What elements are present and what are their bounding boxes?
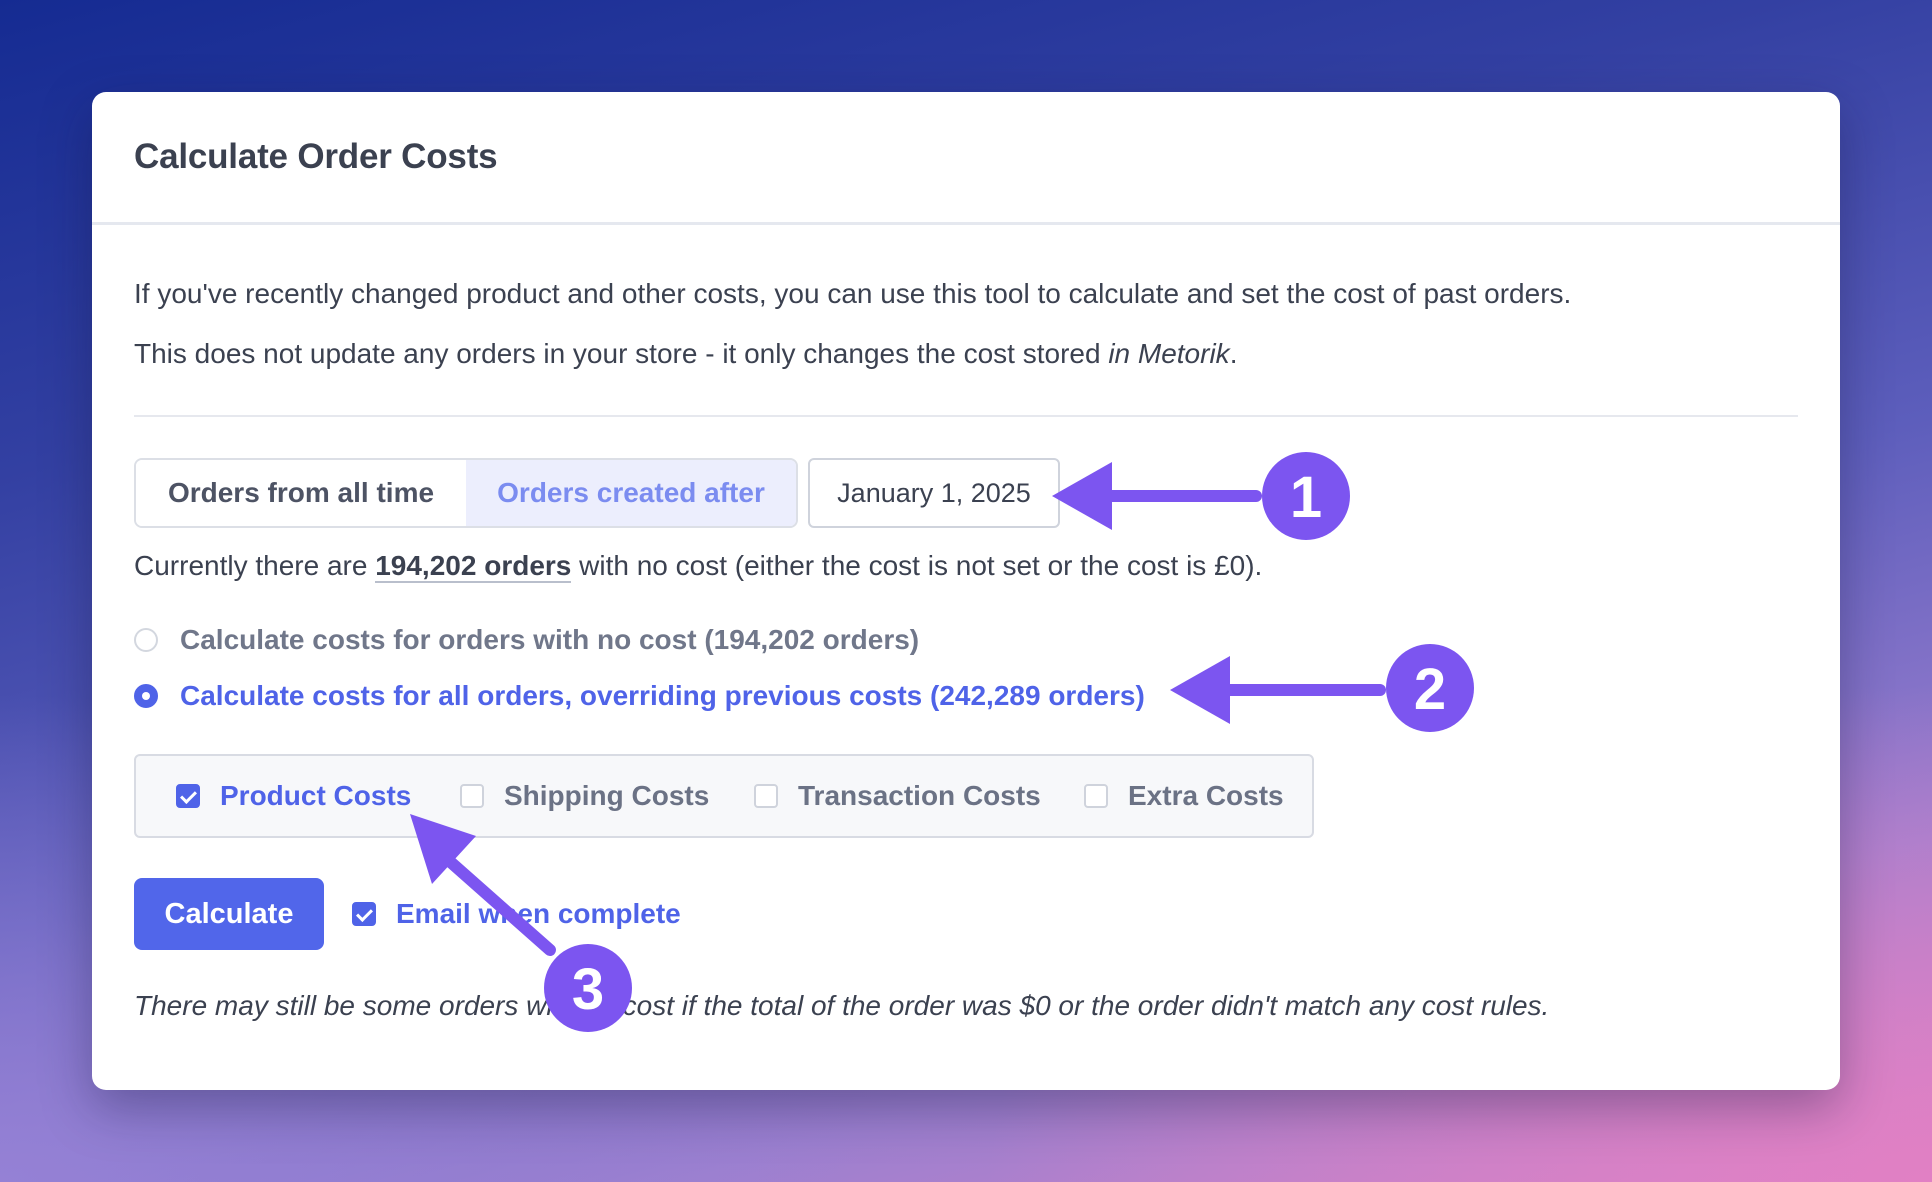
notice-text: This does not update any orders in your … <box>134 338 1237 370</box>
radio-button[interactable] <box>134 628 158 652</box>
status-prefix: Currently there are <box>134 550 376 581</box>
radio-button-selected[interactable] <box>134 684 158 708</box>
mode-option-no-cost[interactable]: Calculate costs for orders with no cost … <box>134 624 919 656</box>
email-when-complete-checkbox[interactable]: Email when complete <box>352 894 681 934</box>
toggle-orders-all-time[interactable]: Orders from all time <box>136 460 466 526</box>
order-range-toggle: Orders from all time Orders created afte… <box>134 458 798 528</box>
mode-option-label: Calculate costs for orders with no cost … <box>180 624 920 655</box>
calculate-button[interactable]: Calculate <box>134 878 324 950</box>
checkbox-checked[interactable] <box>352 902 376 926</box>
page-title: Calculate Order Costs <box>134 137 498 176</box>
mode-option-label: Calculate costs for all orders, overridi… <box>180 680 1145 711</box>
checkbox-product-costs[interactable]: Product Costs <box>176 756 411 836</box>
no-cost-orders-count[interactable]: 194,202 orders <box>375 550 572 583</box>
calculate-order-costs-card: Calculate Order Costs If you've recently… <box>92 92 1840 1090</box>
notice-prefix: This does not update any orders in your … <box>134 338 1109 369</box>
checkbox-checked[interactable] <box>176 784 200 808</box>
checkbox-shipping-costs[interactable]: Shipping Costs <box>460 756 709 836</box>
checkbox[interactable] <box>1084 784 1108 808</box>
date-filter-input[interactable]: January 1, 2025 <box>808 458 1060 528</box>
checkbox[interactable] <box>460 784 484 808</box>
checkbox-label: Product Costs <box>220 780 412 811</box>
toggle-orders-created-after[interactable]: Orders created after <box>466 460 796 526</box>
intro-text: If you've recently changed product and o… <box>134 278 1572 309</box>
orders-status-text: Currently there are 194,202 orders with … <box>134 550 1263 583</box>
card-header: Calculate Order Costs <box>92 92 1840 225</box>
divider <box>134 415 1798 417</box>
notice-suffix: . <box>1229 338 1238 369</box>
checkbox-label: Shipping Costs <box>504 780 710 811</box>
checkbox[interactable] <box>754 784 778 808</box>
checkbox-extra-costs[interactable]: Extra Costs <box>1084 756 1284 836</box>
checkbox-label: Transaction Costs <box>798 780 1041 811</box>
mode-option-all-orders[interactable]: Calculate costs for all orders, overridi… <box>134 680 1145 712</box>
notice-emphasis: in Metorik <box>1108 338 1230 369</box>
checkbox-label: Email when complete <box>396 898 681 929</box>
footer-note: There may still be some orders with no c… <box>134 990 1550 1021</box>
cost-types-group: Product Costs Shipping Costs Transaction… <box>134 754 1314 838</box>
checkbox-label: Extra Costs <box>1128 780 1284 811</box>
checkbox-transaction-costs[interactable]: Transaction Costs <box>754 756 1041 836</box>
status-suffix: with no cost (either the cost is not set… <box>571 550 1263 581</box>
